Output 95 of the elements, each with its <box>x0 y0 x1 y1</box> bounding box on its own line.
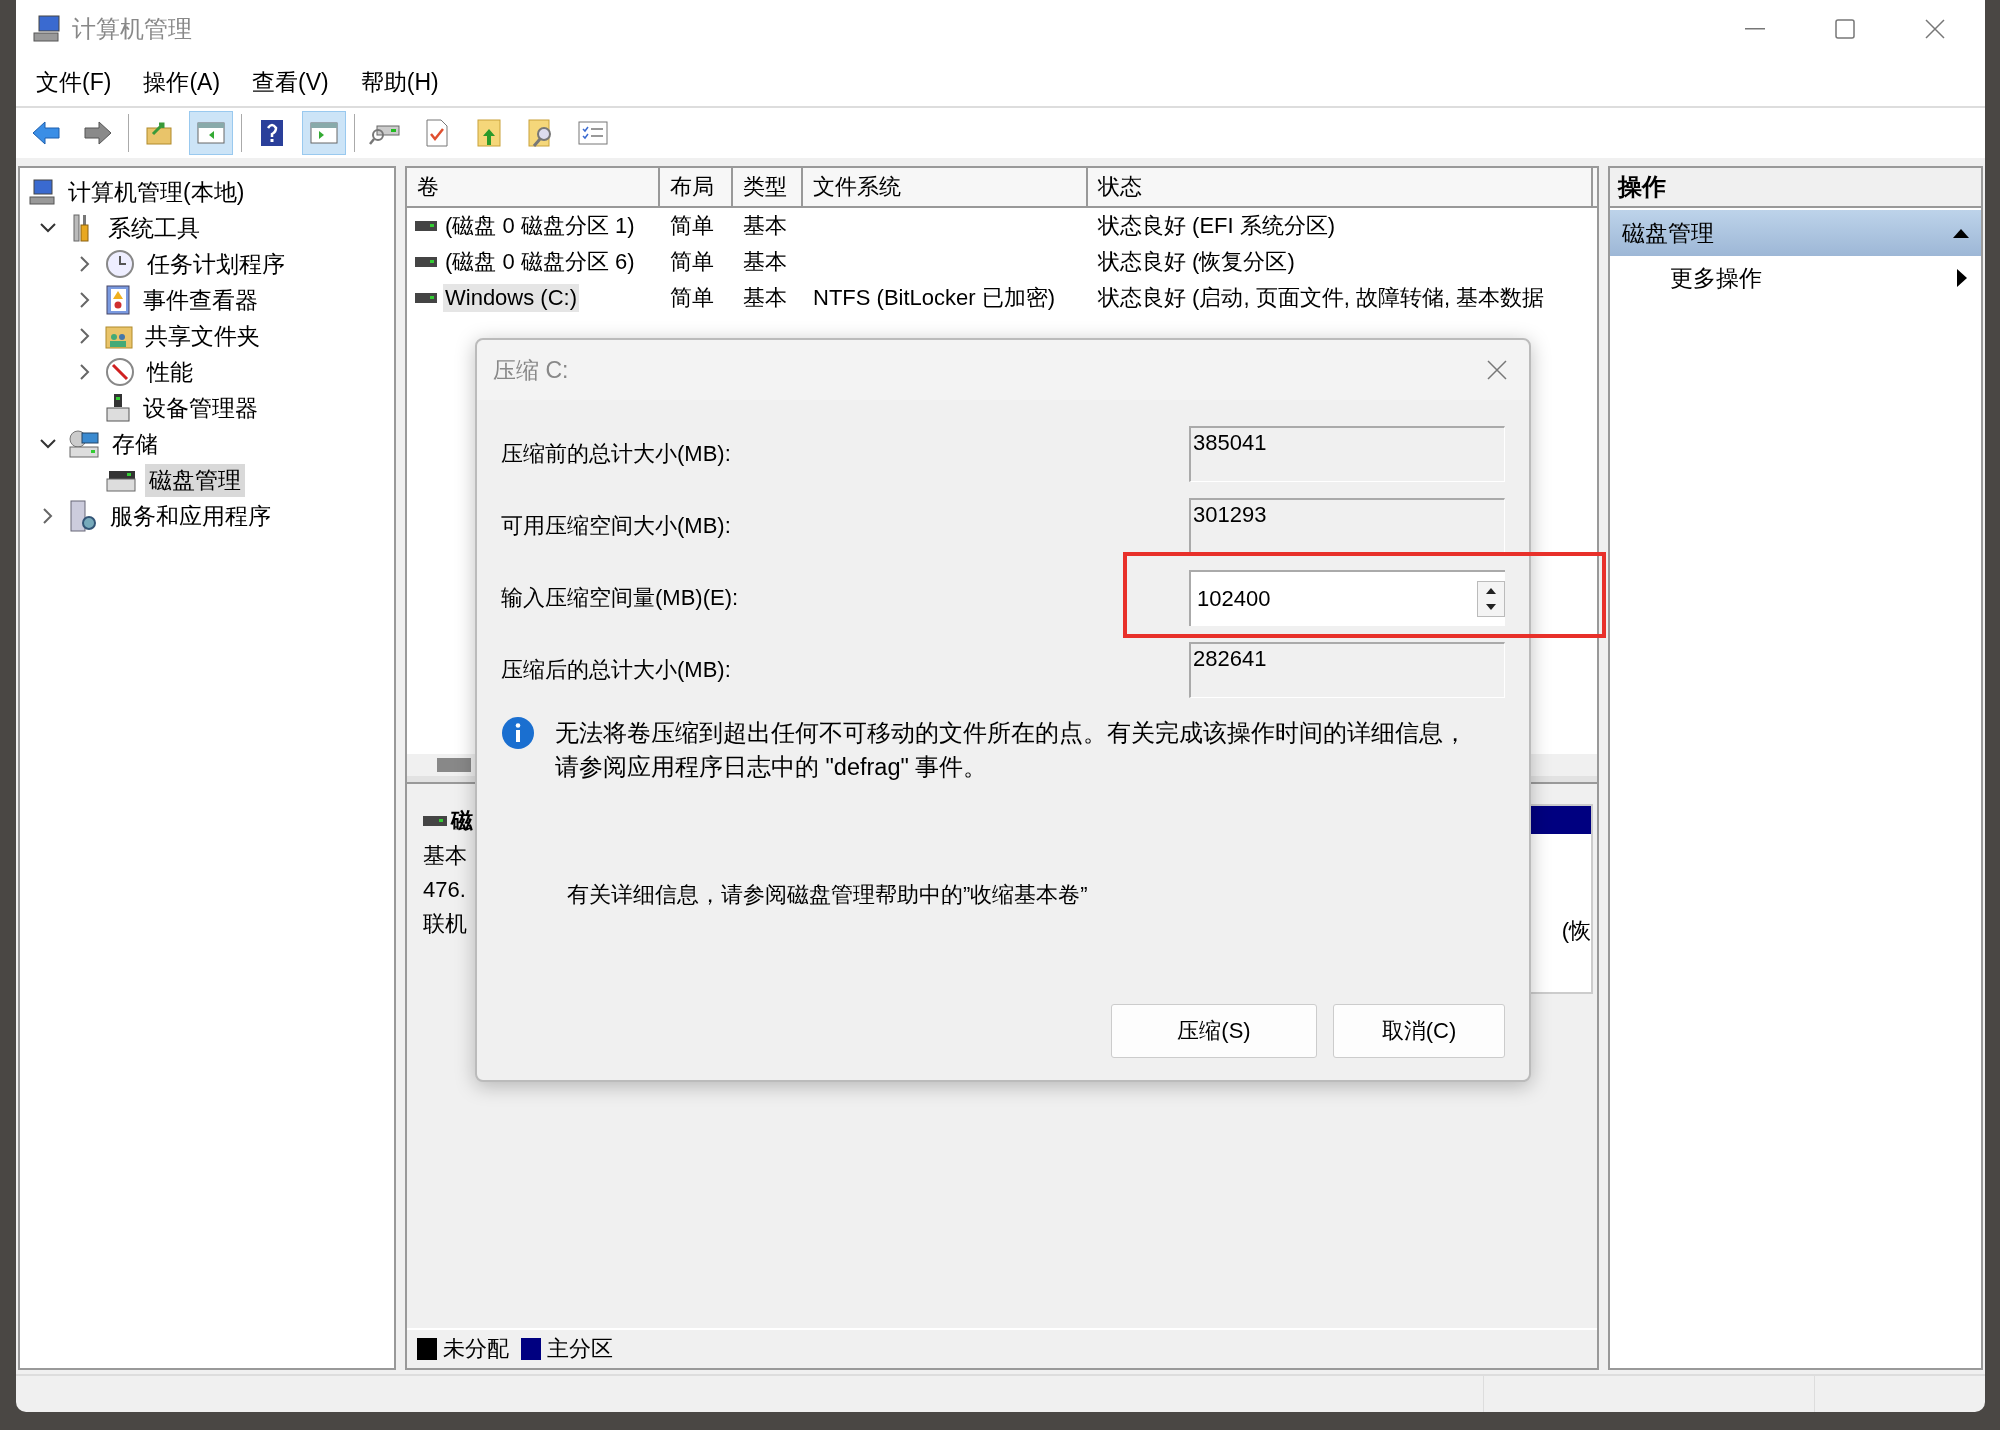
computer-icon <box>28 178 56 206</box>
tree-item[interactable]: 磁盘管理 <box>145 463 245 497</box>
tree-item[interactable]: 系统工具 <box>104 211 204 245</box>
actions-title: 操作 <box>1610 168 1981 208</box>
action-item[interactable]: 更多操作 <box>1610 258 1981 298</box>
folder-search-icon <box>528 119 554 147</box>
readonly-field: 282641 <box>1189 642 1505 698</box>
table-cell-text: NTFS (BitLocker 已加密) <box>812 284 1057 312</box>
column-header[interactable]: 类型 <box>733 168 803 206</box>
disk-name: 磁 <box>451 807 473 835</box>
computer-icon <box>32 15 62 43</box>
readonly-field: 385041 <box>1189 426 1505 482</box>
help-note: 有关详细信息，请参阅磁盘管理帮助中的”收缩基本卷” <box>567 881 1089 909</box>
tree-item[interactable]: 性能 <box>143 355 197 389</box>
chevron-down-icon[interactable] <box>40 439 56 449</box>
column-header[interactable]: 文件系统 <box>803 168 1088 206</box>
field-label: 压缩后的总计大小(MB): <box>501 656 732 684</box>
column-header[interactable]: 布局 <box>660 168 733 206</box>
back-arrow-icon <box>31 120 61 146</box>
table-cell-text: 状态良好 (启动, 页面文件, 故障转储, 基本数据 <box>1097 284 1546 312</box>
tree-item[interactable]: 计算机管理(本地) <box>64 175 249 209</box>
disk-volume-icon <box>415 221 437 231</box>
tree-item[interactable]: 任务计划程序 <box>143 247 289 281</box>
chevron-down-icon[interactable] <box>40 223 56 233</box>
close-icon[interactable] <box>1925 19 1945 39</box>
clock-icon <box>105 249 135 279</box>
partition-bar <box>1529 806 1591 834</box>
chevron-right-icon[interactable] <box>80 328 90 344</box>
table-cell-text: 基本 <box>742 248 788 276</box>
submenu-triangle-icon <box>1957 269 1967 287</box>
table-cell-text: 基本 <box>742 212 788 240</box>
chevron-right-icon[interactable] <box>80 256 90 272</box>
help-icon <box>260 119 284 147</box>
spin-up-icon[interactable] <box>1486 588 1496 594</box>
checked-document-icon <box>425 119 449 147</box>
server-gear-icon <box>68 500 98 532</box>
spin-down-icon[interactable] <box>1486 604 1496 610</box>
disk-drive-icon <box>423 816 447 826</box>
table-cell-text: 状态良好 (恢复分区) <box>1097 248 1296 276</box>
table-cell-text: 状态良好 (EFI 系统分区) <box>1097 212 1337 240</box>
pane-icon <box>196 120 226 146</box>
minimize-icon[interactable] <box>1745 28 1765 30</box>
number-field[interactable]: 102400 <box>1189 570 1505 626</box>
chevron-right-icon[interactable] <box>43 508 53 524</box>
tree-item[interactable]: 服务和应用程序 <box>106 499 275 533</box>
tree-item[interactable]: 存储 <box>108 427 162 461</box>
table-cell[interactable]: (磁盘 0 磁盘分区 1) <box>443 210 637 242</box>
storage-icon <box>68 429 100 459</box>
disk-info: 基本 <box>423 842 468 870</box>
info-icon <box>501 716 535 750</box>
window-title: 计算机管理 <box>72 14 192 44</box>
dialog-button[interactable]: 取消(C) <box>1333 1004 1505 1058</box>
tree-item[interactable]: 设备管理器 <box>139 391 262 425</box>
field-label: 压缩前的总计大小(MB): <box>501 440 732 468</box>
table-cell-text: 简单 <box>669 212 715 240</box>
disk-info: 476. <box>423 876 467 904</box>
readonly-field: 301293 <box>1189 498 1505 554</box>
info-message: 无法将卷压缩到超出任何不可移动的文件所在的点。有关完成该操作时间的详细信息，请参阅应用程序日志中的 "defrag" 事件。 <box>555 719 1468 782</box>
table-cell[interactable]: Windows (C:) <box>443 284 579 312</box>
collapse-triangle-icon[interactable] <box>1953 228 1969 238</box>
column-header[interactable]: 卷 <box>407 168 660 206</box>
field-label: 输入压缩空间量(MB)(E): <box>501 584 740 612</box>
close-icon[interactable] <box>1487 360 1507 380</box>
log-book-icon <box>105 285 131 315</box>
disk-volume-icon <box>415 257 437 267</box>
export-icon <box>477 119 501 147</box>
forward-arrow-icon <box>83 120 113 146</box>
menu-item[interactable]: 帮助(H) <box>360 66 439 98</box>
menu-item[interactable]: 操作(A) <box>143 66 221 98</box>
disk-info: 联机 <box>423 910 468 938</box>
legend-label: 主分区 <box>547 1335 613 1363</box>
field-label: 可用压缩空间大小(MB): <box>501 512 732 540</box>
column-header[interactable]: 状态 <box>1088 168 1593 206</box>
folder-icon <box>145 120 173 146</box>
action-section[interactable]: 磁盘管理 <box>1610 210 1981 256</box>
menu-item[interactable]: 文件(F) <box>36 66 112 98</box>
disk-volume-icon <box>415 293 437 303</box>
chevron-right-icon[interactable] <box>80 292 90 308</box>
partition-label: (恢 <box>1561 917 1591 945</box>
tree-item[interactable]: 共享文件夹 <box>141 319 264 353</box>
menu-item[interactable]: 查看(V) <box>252 66 329 98</box>
pane-icon <box>309 120 339 146</box>
table-cell-text: 简单 <box>669 284 715 312</box>
chevron-right-icon[interactable] <box>80 364 90 380</box>
dialog-button[interactable]: 压缩(S) <box>1111 1004 1317 1058</box>
table-cell-text: 简单 <box>669 248 715 276</box>
gauge-icon <box>105 357 135 387</box>
maximize-icon[interactable] <box>1835 19 1855 39</box>
table-cell[interactable]: (磁盘 0 磁盘分区 6) <box>443 246 637 278</box>
table-cell-text: 基本 <box>742 284 788 312</box>
legend-label: 未分配 <box>443 1335 509 1363</box>
tree-item[interactable]: 事件查看器 <box>139 283 262 317</box>
checklist-icon <box>578 121 608 145</box>
dialog-title: 压缩 C: <box>493 355 569 385</box>
device-icon <box>105 393 131 423</box>
